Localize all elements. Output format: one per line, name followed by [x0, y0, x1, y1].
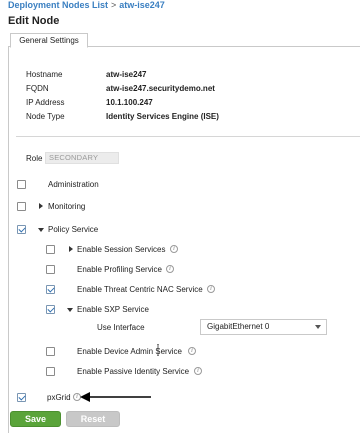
mouse-cursor-icon: [157, 344, 159, 356]
threat-centric-nac-label: Enable Threat Centric NAC Service: [77, 285, 203, 294]
info-icon[interactable]: i: [207, 285, 215, 293]
role-label: Role: [26, 154, 43, 163]
node-type-label: Node Type: [26, 112, 65, 121]
interface-select-value: GigabitEthernet 0: [207, 322, 270, 331]
policy-service-checkbox[interactable]: [17, 225, 26, 234]
hostname-label: Hostname: [26, 70, 63, 79]
fqdn-value: atw-ise247.securitydemo.net: [106, 84, 215, 93]
section-divider: [16, 136, 360, 137]
expand-arrow-icon[interactable]: [69, 246, 73, 252]
node-type-value: Identity Services Engine (ISE): [106, 112, 219, 121]
monitoring-label: Monitoring: [48, 202, 86, 211]
device-admin-checkbox[interactable]: [46, 347, 55, 356]
ip-address-value: 10.1.100.247: [106, 98, 153, 107]
hostname-value: atw-ise247: [106, 70, 147, 79]
monitoring-checkbox[interactable]: [17, 202, 26, 211]
profiling-checkbox[interactable]: [46, 265, 55, 274]
info-icon[interactable]: i: [188, 347, 196, 355]
breadcrumb-current: atw-ise247: [119, 0, 165, 10]
fqdn-label: FQDN: [26, 84, 49, 93]
pxgrid-checkbox[interactable]: [17, 393, 26, 402]
administration-checkbox[interactable]: [17, 180, 26, 189]
threat-centric-nac-checkbox[interactable]: [46, 285, 55, 294]
profiling-label: Enable Profiling Service: [77, 265, 162, 274]
use-interface-label: Use Interface: [97, 323, 145, 332]
role-field: SECONDARY: [45, 152, 119, 164]
session-services-checkbox[interactable]: [46, 245, 55, 254]
sxp-label: Enable SXP Service: [77, 305, 149, 314]
collapse-arrow-icon[interactable]: [38, 228, 44, 232]
save-button[interactable]: Save: [10, 411, 61, 427]
page-title: Edit Node: [8, 15, 60, 27]
breadcrumb: Deployment Nodes List > atw-ise247: [8, 0, 165, 10]
pxgrid-label: pxGrid: [47, 393, 71, 402]
expand-arrow-icon[interactable]: [39, 203, 43, 209]
info-icon[interactable]: i: [166, 265, 174, 273]
breadcrumb-link-deployment-nodes[interactable]: Deployment Nodes List: [8, 0, 108, 10]
administration-label: Administration: [48, 180, 99, 189]
passive-identity-checkbox[interactable]: [46, 367, 55, 376]
tab-general-settings[interactable]: General Settings: [10, 33, 88, 48]
policy-service-label: Policy Service: [48, 225, 99, 234]
passive-identity-label: Enable Passive Identity Service: [77, 367, 190, 376]
reset-button[interactable]: Reset: [66, 411, 120, 427]
session-services-label: Enable Session Services: [77, 245, 166, 254]
sxp-checkbox[interactable]: [46, 305, 55, 314]
breadcrumb-separator: >: [111, 0, 117, 10]
device-admin-label: Enable Device Admin Service: [77, 347, 182, 356]
info-icon[interactable]: i: [194, 367, 202, 375]
ip-address-label: IP Address: [26, 98, 65, 107]
annotation-arrow-icon: [80, 392, 151, 402]
dropdown-caret-icon: [315, 325, 321, 329]
info-icon[interactable]: i: [170, 245, 178, 253]
collapse-arrow-icon[interactable]: [67, 308, 73, 312]
interface-select[interactable]: GigabitEthernet 0: [200, 319, 327, 335]
